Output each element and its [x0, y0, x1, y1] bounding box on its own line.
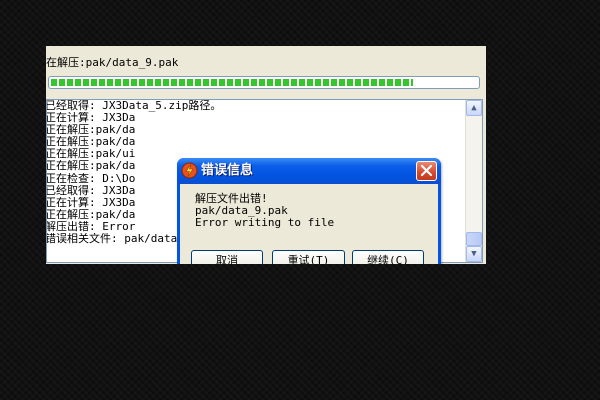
log-line: 正在解压:pak/da: [46, 136, 136, 149]
status-text: 在解压:pak/data_9.pak: [46, 56, 179, 69]
error-dialog: 错误信息 解压文件出错! pak/data_9.pak Error writin…: [177, 158, 441, 264]
dialog-body: 解压文件出错! pak/data_9.pak Error writing to …: [180, 184, 438, 264]
close-icon: [420, 164, 433, 177]
close-button[interactable]: [416, 161, 437, 181]
dialog-message: 解压文件出错! pak/data_9.pak Error writing to …: [195, 193, 334, 229]
error-bolt-icon: [181, 162, 198, 179]
log-line: 正在计算: JX3Da: [46, 112, 136, 125]
continue-button[interactable]: 继续(C): [352, 250, 424, 264]
scroll-up-arrow-icon[interactable]: ▲: [466, 100, 482, 116]
progress-fill: [51, 79, 414, 86]
extractor-window: 在解压:pak/data_9.pak 已经取得: JX3Data_5.zip路径…: [46, 46, 486, 264]
log-scrollbar[interactable]: ▲ ▼: [465, 100, 482, 262]
cancel-button[interactable]: 取消: [191, 250, 263, 264]
log-line: 已经取得: JX3Data_5.zip路径。: [46, 100, 222, 112]
message-line: Error writing to file: [195, 216, 335, 229]
retry-button[interactable]: 重试(T): [272, 250, 345, 264]
log-line: 正在解压:pak/da: [46, 124, 136, 137]
scrollbar-thumb[interactable]: [466, 232, 482, 246]
progress-bar: [48, 76, 480, 89]
dialog-title: 错误信息: [201, 163, 254, 178]
dialog-titlebar[interactable]: 错误信息: [177, 158, 441, 184]
scroll-down-arrow-icon[interactable]: ▼: [466, 246, 482, 262]
